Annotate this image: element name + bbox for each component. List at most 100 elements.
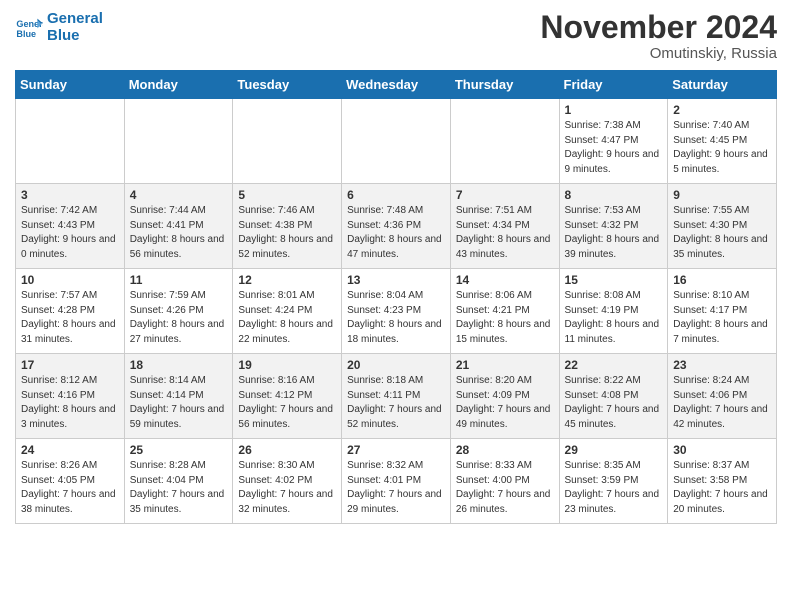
week-row-3: 17Sunrise: 8:12 AMSunset: 4:16 PMDayligh… <box>16 354 777 439</box>
col-sunday: Sunday <box>16 71 125 99</box>
title-block: November 2024 Omutinskiy, Russia <box>540 10 777 62</box>
day-number: 7 <box>456 188 554 202</box>
day-number: 15 <box>565 273 663 287</box>
day-cell: 29Sunrise: 8:35 AMSunset: 3:59 PMDayligh… <box>559 439 668 524</box>
day-cell: 24Sunrise: 8:26 AMSunset: 4:05 PMDayligh… <box>16 439 125 524</box>
day-cell: 23Sunrise: 8:24 AMSunset: 4:06 PMDayligh… <box>668 354 777 439</box>
day-cell: 21 Sunrise: 8:20 AMSunset: 4:09 PMDayligh… <box>450 354 559 439</box>
day-info: Sunrise: 8:16 AMSunset: 4:12 PMDaylight:… <box>238 374 336 432</box>
day-number: 10 <box>21 273 119 287</box>
day-info: Sunrise: 8:04 AMSunset: 4:23 PMDaylight:… <box>347 289 445 347</box>
day-number: 28 <box>456 443 554 457</box>
day-info: Sunrise: 7:53 AMSunset: 4:32 PMDaylight:… <box>565 204 663 262</box>
day-info: Sunrise: 8:20 AMSunset: 4:09 PMDaylight:… <box>456 374 554 432</box>
day-number: 25 <box>130 443 228 457</box>
day-number: 29 <box>565 443 663 457</box>
col-wednesday: Wednesday <box>342 71 451 99</box>
day-info: Sunrise: 8:32 AMSunset: 4:01 PMDaylight:… <box>347 459 445 517</box>
logo-line2: Blue <box>47 27 103 44</box>
logo: General Blue General Blue <box>15 10 103 45</box>
svg-text:Blue: Blue <box>16 29 36 39</box>
logo-line1: General <box>47 10 103 27</box>
day-info: Sunrise: 8:28 AMSunset: 4:04 PMDaylight:… <box>130 459 228 517</box>
day-info: Sunrise: 8:30 AMSunset: 4:02 PMDaylight:… <box>238 459 336 517</box>
day-cell: 15 Sunrise: 8:08 AMSunset: 4:19 PMDayligh… <box>559 269 668 354</box>
day-number: 9 <box>673 188 771 202</box>
day-info: Sunrise: 7:59 AMSunset: 4:26 PMDaylight:… <box>130 289 228 347</box>
day-info: Sunrise: 7:42 AMSunset: 4:43 PMDaylight:… <box>21 204 119 262</box>
day-cell: 7Sunrise: 7:51 AMSunset: 4:34 PMDaylight… <box>450 184 559 269</box>
day-number: 18 <box>130 358 228 372</box>
day-info: Sunrise: 8:24 AMSunset: 4:06 PMDaylight:… <box>673 374 771 432</box>
day-number: 14 <box>456 273 554 287</box>
day-number: 6 <box>347 188 445 202</box>
day-cell: 13 Sunrise: 8:04 AMSunset: 4:23 PMDayligh… <box>342 269 451 354</box>
col-monday: Monday <box>124 71 233 99</box>
day-info: Sunrise: 8:08 AMSunset: 4:19 PMDaylight:… <box>565 289 663 347</box>
day-cell <box>16 99 125 184</box>
day-number: 12 <box>238 273 336 287</box>
day-info: Sunrise: 7:44 AMSunset: 4:41 PMDaylight:… <box>130 204 228 262</box>
day-number: 21 <box>456 358 554 372</box>
day-info: Sunrise: 8:06 AMSunset: 4:21 PMDaylight:… <box>456 289 554 347</box>
day-number: 5 <box>238 188 336 202</box>
day-cell <box>450 99 559 184</box>
day-number: 27 <box>347 443 445 457</box>
day-info: Sunrise: 8:14 AMSunset: 4:14 PMDaylight:… <box>130 374 228 432</box>
week-row-4: 24Sunrise: 8:26 AMSunset: 4:05 PMDayligh… <box>16 439 777 524</box>
col-thursday: Thursday <box>450 71 559 99</box>
col-tuesday: Tuesday <box>233 71 342 99</box>
day-number: 4 <box>130 188 228 202</box>
day-number: 1 <box>565 103 663 117</box>
day-cell <box>342 99 451 184</box>
day-number: 3 <box>21 188 119 202</box>
day-number: 30 <box>673 443 771 457</box>
week-row-0: 1 Sunrise: 7:38 AMSunset: 4:47 PMDaylight… <box>16 99 777 184</box>
day-cell: 2Sunrise: 7:40 AMSunset: 4:45 PMDaylight… <box>668 99 777 184</box>
day-cell: 28 Sunrise: 8:33 AMSunset: 4:00 PMDayligh… <box>450 439 559 524</box>
day-cell: 4 Sunrise: 7:44 AMSunset: 4:41 PMDaylight… <box>124 184 233 269</box>
day-cell: 27 Sunrise: 8:32 AMSunset: 4:01 PMDayligh… <box>342 439 451 524</box>
col-friday: Friday <box>559 71 668 99</box>
day-info: Sunrise: 8:18 AMSunset: 4:11 PMDaylight:… <box>347 374 445 432</box>
day-number: 26 <box>238 443 336 457</box>
day-number: 20 <box>347 358 445 372</box>
day-number: 13 <box>347 273 445 287</box>
col-saturday: Saturday <box>668 71 777 99</box>
day-info: Sunrise: 8:33 AMSunset: 4:00 PMDaylight:… <box>456 459 554 517</box>
day-cell <box>233 99 342 184</box>
day-cell: 12Sunrise: 8:01 AMSunset: 4:24 PMDayligh… <box>233 269 342 354</box>
day-cell: 26 Sunrise: 8:30 AMSunset: 4:02 PMDayligh… <box>233 439 342 524</box>
week-row-2: 10Sunrise: 7:57 AMSunset: 4:28 PMDayligh… <box>16 269 777 354</box>
day-info: Sunrise: 8:37 AMSunset: 3:58 PMDaylight:… <box>673 459 771 517</box>
day-cell: 1 Sunrise: 7:38 AMSunset: 4:47 PMDaylight… <box>559 99 668 184</box>
day-info: Sunrise: 8:22 AMSunset: 4:08 PMDaylight:… <box>565 374 663 432</box>
day-cell: 9 Sunrise: 7:55 AMSunset: 4:30 PMDaylight… <box>668 184 777 269</box>
logo-icon: General Blue <box>15 13 43 41</box>
day-cell: 30 Sunrise: 8:37 AMSunset: 3:58 PMDayligh… <box>668 439 777 524</box>
day-info: Sunrise: 7:48 AMSunset: 4:36 PMDaylight:… <box>347 204 445 262</box>
header: General Blue General Blue November 2024 … <box>15 10 777 62</box>
day-number: 16 <box>673 273 771 287</box>
day-number: 19 <box>238 358 336 372</box>
day-number: 24 <box>21 443 119 457</box>
day-info: Sunrise: 7:55 AMSunset: 4:30 PMDaylight:… <box>673 204 771 262</box>
week-row-1: 3 Sunrise: 7:42 AMSunset: 4:43 PMDaylight… <box>16 184 777 269</box>
day-cell: 20 Sunrise: 8:18 AMSunset: 4:11 PMDayligh… <box>342 354 451 439</box>
day-info: Sunrise: 8:10 AMSunset: 4:17 PMDaylight:… <box>673 289 771 347</box>
day-cell: 6 Sunrise: 7:48 AMSunset: 4:36 PMDaylight… <box>342 184 451 269</box>
day-cell: 14 Sunrise: 8:06 AMSunset: 4:21 PMDayligh… <box>450 269 559 354</box>
day-cell: 5Sunrise: 7:46 AMSunset: 4:38 PMDaylight… <box>233 184 342 269</box>
day-info: Sunrise: 7:38 AMSunset: 4:47 PMDaylight:… <box>565 119 663 177</box>
day-number: 17 <box>21 358 119 372</box>
calendar-table: Sunday Monday Tuesday Wednesday Thursday… <box>15 70 777 524</box>
day-cell: 17Sunrise: 8:12 AMSunset: 4:16 PMDayligh… <box>16 354 125 439</box>
day-number: 22 <box>565 358 663 372</box>
location: Omutinskiy, Russia <box>540 45 777 62</box>
day-number: 11 <box>130 273 228 287</box>
day-cell: 3 Sunrise: 7:42 AMSunset: 4:43 PMDaylight… <box>16 184 125 269</box>
header-row: Sunday Monday Tuesday Wednesday Thursday… <box>16 71 777 99</box>
page: General Blue General Blue November 2024 … <box>0 0 792 539</box>
day-cell: 16 Sunrise: 8:10 AMSunset: 4:17 PMDayligh… <box>668 269 777 354</box>
day-cell: 25 Sunrise: 8:28 AMSunset: 4:04 PMDayligh… <box>124 439 233 524</box>
